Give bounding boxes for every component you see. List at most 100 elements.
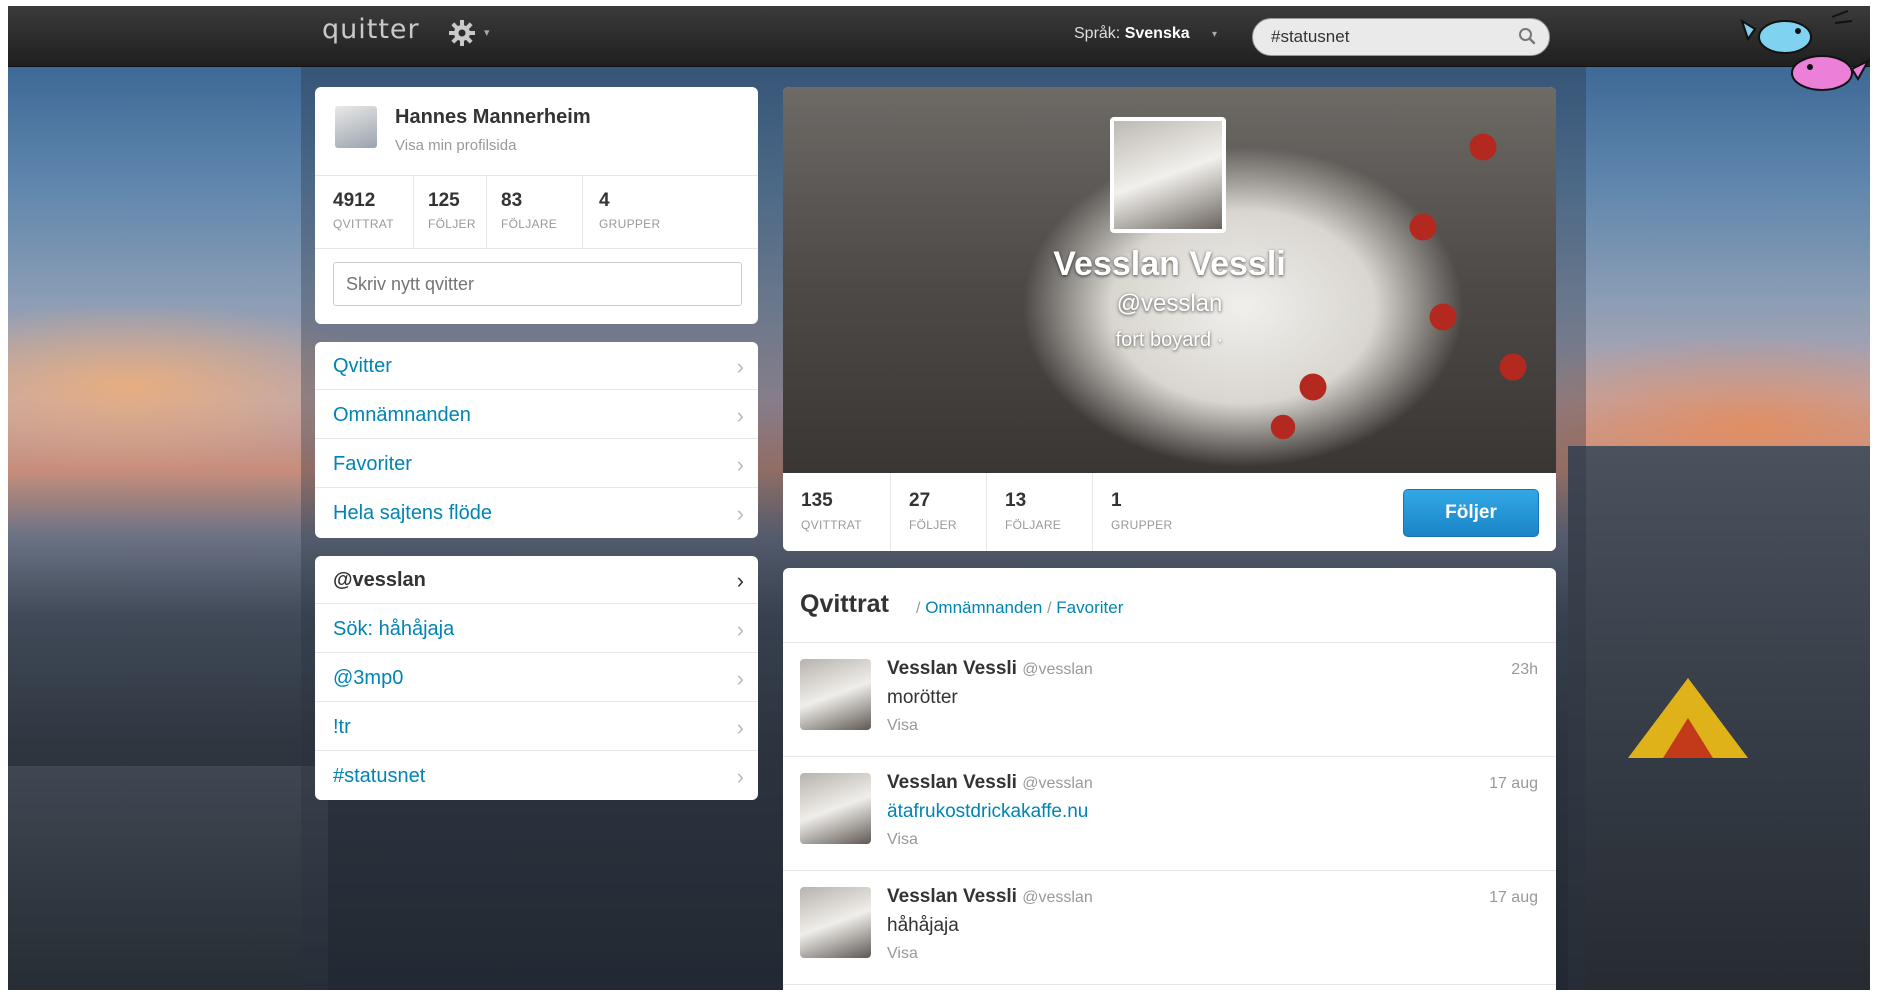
nav-item-statusnet-tag[interactable]: #statusnet ›	[315, 752, 758, 800]
notice-expand-link[interactable]: Visa	[887, 717, 918, 735]
saved-streams-nav: @vesslan › Sök: håhåjaja › @3mp0 › !tr ›…	[315, 556, 758, 800]
compose-input[interactable]	[333, 262, 742, 306]
nav-item-label: Sök: håhåjaja	[333, 618, 455, 640]
notice-item[interactable]: Vesslan Vessli @vesslan 17 aug ätafrukos…	[783, 757, 1556, 871]
profile-location: fort boyard ·	[1115, 329, 1224, 351]
chevron-right-icon: ›	[736, 568, 744, 593]
profile-avatar[interactable]	[1110, 117, 1226, 233]
chevron-right-icon: ›	[736, 403, 744, 428]
settings-caret-icon[interactable]: ▾	[484, 26, 490, 39]
author-handle: @vesslan	[1022, 661, 1093, 678]
avatar[interactable]	[800, 773, 871, 844]
notice-author[interactable]: Vesslan Vessli @vesslan	[887, 772, 1093, 794]
tab-favorites[interactable]: Favoriter	[1056, 598, 1123, 617]
main-nav: Qvitter › Omnämnanden › Favoriter › Hela…	[315, 342, 758, 538]
stat-number: 27	[909, 490, 931, 511]
chevron-right-icon: ›	[736, 501, 744, 526]
avatar[interactable]	[800, 659, 871, 730]
quitter-mascot-icon	[1740, 10, 1870, 91]
language-caret-icon[interactable]: ▾	[1212, 29, 1217, 40]
nav-item-favorites[interactable]: Favoriter ›	[315, 440, 758, 488]
nav-item-3mp0[interactable]: @3mp0 ›	[315, 654, 758, 702]
nav-item-search-hahajaja[interactable]: Sök: håhåjaja ›	[315, 605, 758, 653]
author-name: Vesslan Vessli	[887, 772, 1017, 793]
stat-foljare[interactable]: 13 FÖLJARE	[987, 473, 1093, 551]
language-label: Språk:	[1074, 25, 1121, 42]
stat-qvittrat[interactable]: 135 QVITTRAT	[783, 473, 891, 551]
stat-label: GRUPPER	[1111, 518, 1173, 532]
nav-item-qvitter[interactable]: Qvitter ›	[315, 342, 758, 390]
nav-item-mentions[interactable]: Omnämnanden ›	[315, 391, 758, 439]
language-value: Svenska	[1124, 25, 1190, 42]
stat-number: 4912	[333, 190, 376, 211]
search-icon[interactable]	[1518, 27, 1536, 45]
chevron-right-icon: ›	[736, 715, 744, 740]
stat-grupper[interactable]: 1 GRUPPER	[1093, 473, 1223, 551]
stat-number: 83	[501, 190, 523, 211]
profile-name: Vesslan Vessli	[1053, 245, 1286, 283]
notice-expand-link[interactable]: Visa	[887, 945, 918, 963]
nav-item-public-timeline[interactable]: Hela sajtens flöde ›	[315, 489, 758, 537]
chevron-right-icon: ›	[736, 617, 744, 642]
stat-grupper[interactable]: 4 GRUPPER	[583, 176, 758, 248]
rocks-left	[8, 766, 328, 990]
notice-time[interactable]: 23h	[1511, 661, 1538, 679]
notice-author[interactable]: Vesslan Vessli @vesslan	[887, 886, 1093, 908]
stat-foljare[interactable]: 83 FÖLJARE	[487, 176, 583, 248]
my-profile-card: Hannes Mannerheim Visa min profilsida 49…	[315, 87, 758, 324]
view-profile-link[interactable]: Visa min profilsida	[395, 137, 516, 154]
tent-door	[1663, 718, 1713, 758]
author-name: Vesslan Vessli	[887, 886, 1017, 907]
my-profile-name[interactable]: Hannes Mannerheim	[395, 106, 591, 129]
stat-label: FÖLJARE	[501, 217, 558, 231]
stat-qvittrat[interactable]: 4912 QVITTRAT	[315, 176, 414, 248]
stat-number: 13	[1005, 490, 1027, 511]
nav-item-label: @vesslan	[333, 569, 426, 591]
follow-button[interactable]: Följer	[1403, 489, 1539, 537]
nav-item-label: @3mp0	[333, 667, 404, 689]
stat-label: FÖLJARE	[1005, 518, 1062, 532]
notice-text: morötter	[887, 687, 958, 708]
top-bar	[8, 6, 1870, 67]
my-profile-stats: 4912 QVITTRAT 125 FÖLJER 83 FÖLJARE 4 GR…	[315, 175, 758, 249]
nav-item-label: Qvitter	[333, 355, 392, 377]
notice-item[interactable]: Vesslan Vessli @vesslan 17 aug håhåjaja …	[783, 871, 1556, 985]
notice-time[interactable]: 17 aug	[1489, 889, 1538, 907]
avatar[interactable]	[335, 106, 377, 148]
site-logo[interactable]: quitter	[322, 14, 420, 45]
stat-label: QVITTRAT	[333, 217, 394, 231]
notice-expand-link[interactable]: Visa	[887, 831, 918, 849]
language-selector[interactable]: Språk: Svenska	[1074, 25, 1190, 43]
tab-mentions[interactable]: Omnämnanden	[925, 598, 1042, 617]
chevron-right-icon: ›	[736, 666, 744, 691]
nav-item-label: Omnämnanden	[333, 404, 471, 426]
stat-label: FÖLJER	[909, 518, 957, 532]
stat-number: 125	[428, 190, 460, 211]
stat-number: 1	[1111, 490, 1122, 511]
chevron-right-icon: ›	[736, 764, 744, 789]
author-name: Vesslan Vessli	[887, 658, 1017, 679]
nav-item-label: Hela sajtens flöde	[333, 502, 492, 524]
nav-item-vesslan[interactable]: @vesslan ›	[315, 556, 758, 604]
notice-link[interactable]: ätafrukostdrickakaffe.nu	[887, 801, 1088, 823]
notice-item[interactable]: Vesslan Vessli @vesslan 23h morötter Vis…	[783, 643, 1556, 757]
gear-icon[interactable]	[448, 19, 476, 47]
stat-number: 135	[801, 490, 833, 511]
stat-foljer[interactable]: 125 FÖLJER	[414, 176, 487, 248]
notice-author[interactable]: Vesslan Vessli @vesslan	[887, 658, 1093, 680]
stat-number: 4	[599, 190, 610, 211]
separator: /	[1047, 600, 1052, 617]
nav-item-label: Favoriter	[333, 453, 412, 475]
notice-time[interactable]: 17 aug	[1489, 775, 1538, 793]
stat-label: QVITTRAT	[801, 518, 862, 532]
avatar[interactable]	[800, 887, 871, 958]
nav-item-label: !tr	[333, 716, 351, 738]
stream-tabs: / Omnämnanden / Favoriter	[916, 598, 1123, 618]
stat-label: FÖLJER	[428, 217, 476, 231]
stream: Qvittrat / Omnämnanden / Favoriter Vessl…	[783, 568, 1556, 990]
nav-item-group-tr[interactable]: !tr ›	[315, 703, 758, 751]
stat-label: GRUPPER	[599, 217, 661, 231]
search-input[interactable]	[1252, 18, 1550, 56]
stat-foljer[interactable]: 27 FÖLJER	[891, 473, 987, 551]
profile-handle: @vesslan	[1116, 290, 1223, 317]
